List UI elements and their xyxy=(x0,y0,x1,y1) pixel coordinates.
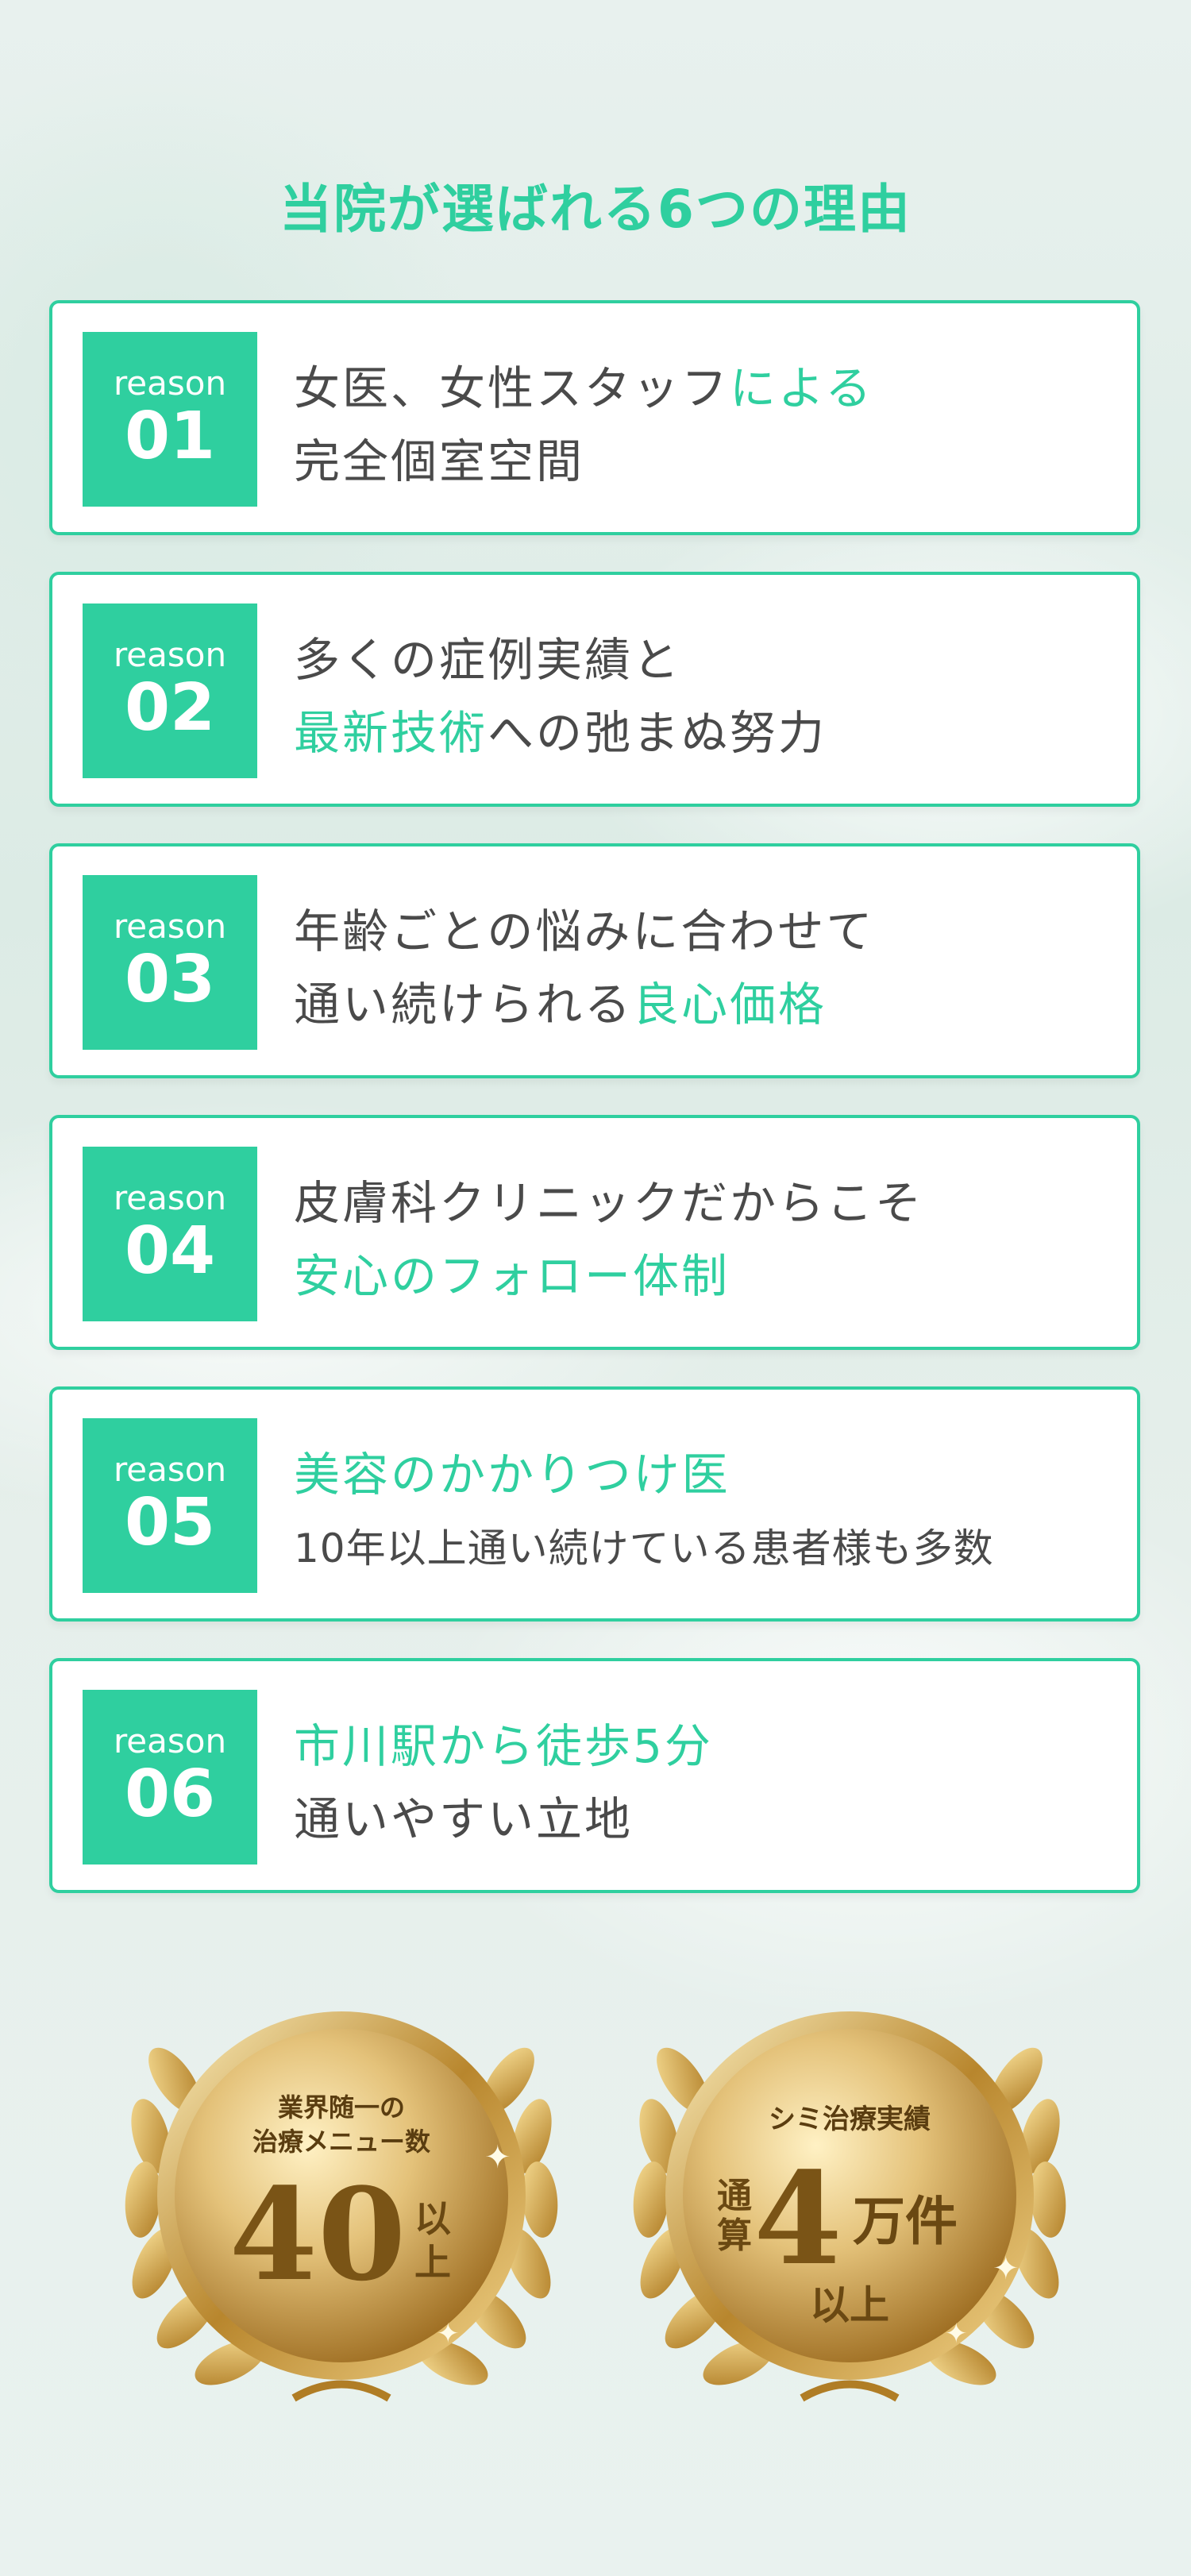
medal-bottom-line: 以上 xyxy=(810,2281,889,2328)
reason-card-3: reason 03 年齢ごとの悩みに合わせて 通い続けられる良心価格 xyxy=(49,843,1140,1078)
medal-top-line: シミ治療実績 xyxy=(769,2104,931,2135)
line-segment-accent: 美容のかかりつけ医 xyxy=(294,1448,730,1502)
line-segment: 完全個室空間 xyxy=(294,434,585,488)
sparkle-icon: ✦ xyxy=(437,2318,460,2350)
reason-card-1: reason 01 女医、女性スタッフによる 完全個室空間 xyxy=(49,300,1140,535)
page-title: 当院が選ばれる6つの理由 xyxy=(279,179,912,240)
reason-line-1: 皮膚科クリニックだからこそ xyxy=(294,1166,923,1232)
badge-number: 06 xyxy=(124,1757,216,1832)
medal-big-number: 4 xyxy=(754,2144,842,2293)
reason-line-1: 美容のかかりつけ医 xyxy=(294,1437,730,1504)
reason-badge: reason 02 xyxy=(83,604,257,778)
reason-line-2: 最新技術への弛まぬ努力 xyxy=(294,696,827,762)
badge-word: reason xyxy=(113,635,227,674)
medal-unit: 万件 xyxy=(853,2190,958,2252)
reason-line-2: 通い続けられる良心価格 xyxy=(294,967,827,1034)
reason-line-2: 10年以上通い続けている患者様も多数 xyxy=(294,1517,994,1574)
badge-word: reason xyxy=(113,1450,227,1489)
medal-top-line-1: 業界随一の xyxy=(278,2092,405,2123)
line-segment: 多くの症例実績と xyxy=(294,633,682,687)
award-medal-stain-treatment: シミ治療実績 通 算 4 万件 以上 ✦ ✦ xyxy=(596,1969,1104,2430)
reason-card-2: reason 02 多くの症例実績と 最新技術への弛まぬ努力 xyxy=(49,572,1140,807)
reason-line-1: 年齢ごとの悩みに合わせて xyxy=(294,894,874,961)
badge-number: 02 xyxy=(124,670,216,746)
laurel-medal-icon: 業界随一の 治療メニュー数 40 以 上 ✦ ✦ xyxy=(125,2011,558,2402)
sparkle-icon: ✦ xyxy=(992,2250,1019,2287)
medal-left-char-1: 通 xyxy=(717,2176,752,2216)
badge-word: reason xyxy=(113,1178,227,1217)
reason-line-2: 通いやすい立地 xyxy=(294,1782,633,1849)
line-segment: 女医、女性スタッフ xyxy=(294,361,730,415)
line-segment-accent: による xyxy=(730,361,874,415)
reason-line-2: 完全個室空間 xyxy=(294,424,584,491)
badge-number: 05 xyxy=(124,1485,216,1560)
medal-big-number: 40 xyxy=(229,2160,407,2309)
badge-word: reason xyxy=(113,907,227,946)
reason-badge: reason 04 xyxy=(83,1147,257,1321)
reason-badge: reason 06 xyxy=(83,1690,257,1865)
award-medal-treatment-menu: 業界随一の 治療メニュー数 40 以 上 ✦ ✦ xyxy=(87,1969,596,2430)
sparkle-icon: ✦ xyxy=(484,2139,511,2176)
line-segment-accent: 市川駅から徒歩5分 xyxy=(294,1719,713,1773)
reason-badge: reason 03 xyxy=(83,875,257,1050)
reason-card-6: reason 06 市川駅から徒歩5分 通いやすい立地 xyxy=(49,1658,1140,1893)
medal-top-line-2: 治療メニュー数 xyxy=(252,2127,431,2157)
badge-number: 01 xyxy=(124,399,216,474)
badge-word: reason xyxy=(113,1722,227,1760)
line-segment-accent: 最新技術 xyxy=(294,706,488,760)
line-segment-accent: 良心価格 xyxy=(633,978,827,1032)
line-segment: 年齢ごとの悩みに合わせて xyxy=(294,904,875,958)
badge-number: 03 xyxy=(124,942,216,1017)
reason-line-1: 多くの症例実績と xyxy=(294,623,681,689)
line-segment-accent: 安心のフォロー体制 xyxy=(294,1249,730,1303)
reason-line-2: 安心のフォロー体制 xyxy=(294,1239,730,1305)
medal-left-char-2: 算 xyxy=(717,2215,752,2256)
line-segment: 皮膚科クリニックだからこそ xyxy=(294,1176,924,1230)
reason-card-5: reason 05 美容のかかりつけ医 10年以上通い続けている患者様も多数 xyxy=(49,1386,1140,1622)
badge-word: reason xyxy=(113,364,227,403)
line-segment: 10年以上通い続けている患者様も多数 xyxy=(294,1525,994,1571)
badge-number: 04 xyxy=(124,1213,216,1289)
line-segment: 通いやすい立地 xyxy=(294,1792,634,1846)
reason-badge: reason 05 xyxy=(83,1418,257,1593)
reason-card-4: reason 04 皮膚科クリニックだからこそ 安心のフォロー体制 xyxy=(49,1115,1140,1350)
medal-side-char-1: 以 xyxy=(414,2197,451,2240)
laurel-medal-icon: シミ治療実績 通 算 4 万件 以上 ✦ ✦ xyxy=(633,2011,1066,2402)
line-segment: への弛まぬ努力 xyxy=(488,706,827,760)
reason-badge: reason 01 xyxy=(83,332,257,507)
reason-line-1: 市川駅から徒歩5分 xyxy=(294,1709,713,1776)
medal-side-char-2: 上 xyxy=(414,2241,451,2284)
reason-line-1: 女医、女性スタッフによる xyxy=(294,351,873,418)
sparkle-icon: ✦ xyxy=(945,2318,968,2350)
line-segment: 通い続けられる xyxy=(294,978,634,1032)
